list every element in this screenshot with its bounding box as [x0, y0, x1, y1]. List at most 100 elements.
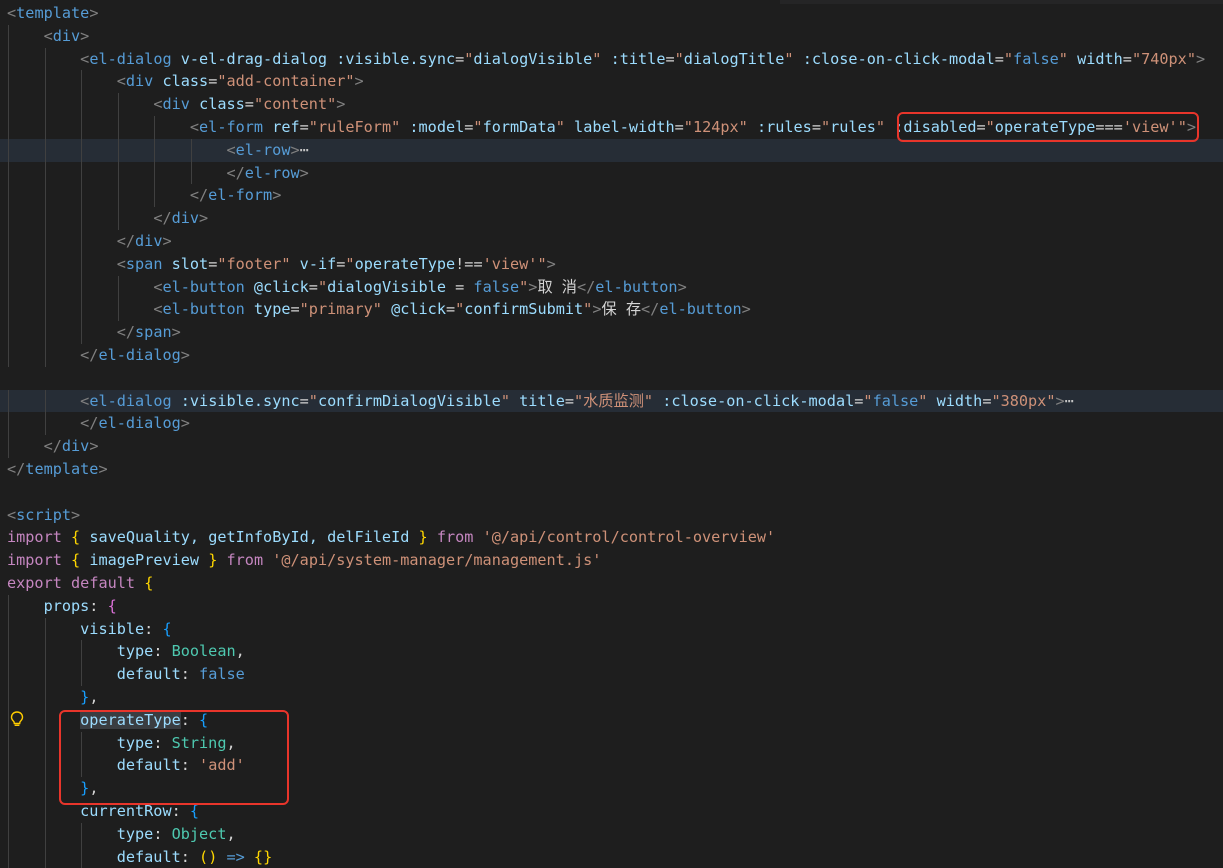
code-line[interactable]: </el-form> [0, 184, 1223, 208]
indent-guide [8, 845, 9, 868]
code-line[interactable]: <script> [0, 504, 1223, 527]
indent-guide [8, 640, 9, 664]
code-token: = [1122, 49, 1132, 68]
indent-guide [8, 435, 9, 458]
code-line[interactable]: </el-dialog> [0, 412, 1223, 436]
indent-guide [44, 230, 46, 253]
code-line[interactable]: <el-form ref="ruleForm" :model="formData… [0, 116, 1223, 139]
code-token: " [821, 118, 831, 136]
code-token: " [473, 118, 483, 136]
indent-guide [8, 594, 9, 618]
code-token: } [80, 779, 90, 798]
code-line[interactable]: </div> [0, 435, 1223, 458]
code-token: "primary" [299, 300, 382, 319]
code-token: div [52, 26, 81, 45]
code-line[interactable] [0, 367, 1223, 390]
code-line[interactable]: <div> [0, 24, 1223, 48]
code-line[interactable]: export default { [0, 572, 1223, 595]
code-token: from [226, 551, 264, 570]
code-line[interactable]: import { saveQuality, getInfoById, delFi… [0, 526, 1223, 549]
code-token: "124px" [683, 118, 748, 136]
lightbulb-icon[interactable] [10, 711, 24, 727]
code-token: => [217, 847, 254, 866]
code-token: = [674, 118, 684, 136]
code-line[interactable]: default: 'add' [0, 754, 1223, 778]
code-token: v-if [299, 254, 337, 273]
code-token: : [153, 642, 172, 661]
code-line[interactable]: default: () => {} [0, 845, 1223, 868]
code-token: confirmDialogVisible [317, 391, 501, 410]
code-line[interactable]: type: String, [0, 731, 1223, 755]
code-token: type [116, 733, 154, 752]
code-token: "ruleForm" [308, 118, 401, 136]
indent-guide [8, 754, 9, 778]
code-line[interactable]: type: Object, [0, 822, 1223, 846]
code-line[interactable]: <div class="add-container"> [0, 70, 1223, 94]
code-line[interactable]: <el-row>⋯ [0, 138, 1223, 162]
code-line[interactable]: operateType: { [0, 708, 1223, 732]
code-line[interactable]: <el-button type="primary" @click="confir… [0, 298, 1223, 322]
code-line[interactable]: <el-dialog v-el-drag-dialog :visible.syn… [0, 47, 1223, 71]
code-line[interactable]: <template> [0, 2, 1223, 25]
indent-guide [8, 344, 9, 367]
indent-guide [8, 138, 9, 162]
code-line[interactable]: visible: { [0, 617, 1223, 641]
code-line[interactable]: }, [0, 686, 1223, 709]
indent-guide [81, 230, 83, 253]
indent-guide [44, 93, 46, 116]
code-line[interactable]: </span> [0, 321, 1223, 344]
code-token: {} [253, 847, 273, 866]
code-editor[interactable]: <template> <div> <el-dialog v-el-drag-di… [0, 0, 1223, 868]
code-token: default [71, 574, 136, 592]
code-token: script [16, 505, 72, 524]
code-line[interactable]: </template> [0, 458, 1223, 481]
code-line[interactable]: <el-button @click="dialogVisible = false… [0, 275, 1223, 299]
code-line[interactable]: </el-dialog> [0, 344, 1223, 367]
code-line[interactable]: default: false [0, 663, 1223, 686]
indent-guide [8, 252, 9, 276]
code-line[interactable]: type: Boolean, [0, 640, 1223, 664]
code-token: dialogTitle [683, 49, 785, 68]
code-line[interactable] [0, 481, 1223, 504]
code-token: > [89, 4, 99, 22]
code-line[interactable]: </div> [0, 230, 1223, 253]
code-token: : [153, 733, 172, 752]
code-line[interactable]: }, [0, 777, 1223, 800]
code-token: , [89, 779, 99, 798]
code-line[interactable]: <span slot="footer" v-if="operateType!==… [0, 252, 1223, 276]
indent-guide [44, 412, 46, 436]
indent-guide [44, 754, 46, 778]
code-token: import [7, 528, 62, 547]
code-token: : [171, 802, 190, 820]
code-token: @click [253, 277, 309, 296]
code-token: </ [116, 232, 136, 250]
code-line[interactable]: props: { [0, 594, 1223, 618]
code-line[interactable]: import { imagePreview } from '@/api/syst… [0, 549, 1223, 572]
code-token: props [43, 596, 90, 615]
code-line[interactable]: <div class="content"> [0, 93, 1223, 116]
code-token: : [144, 619, 163, 638]
code-token: el-button [659, 300, 742, 319]
code-token: } [208, 551, 218, 570]
indent-guide [154, 138, 156, 162]
code-token: < [7, 505, 17, 524]
indent-guide [190, 138, 192, 162]
code-line[interactable]: </div> [0, 207, 1223, 230]
code-line[interactable]: </el-row> [0, 161, 1223, 185]
code-line[interactable]: <el-dialog :visible.sync="confirmDialogV… [0, 389, 1223, 413]
code-token: { [71, 528, 81, 547]
indent-guide [44, 845, 46, 868]
indent-guide [8, 70, 9, 94]
code-token: { [144, 574, 154, 592]
code-line[interactable]: currentRow: { [0, 800, 1223, 823]
code-token: confirmSubmit [464, 300, 584, 319]
indent-guide [44, 663, 46, 686]
code-token: < [7, 4, 17, 22]
